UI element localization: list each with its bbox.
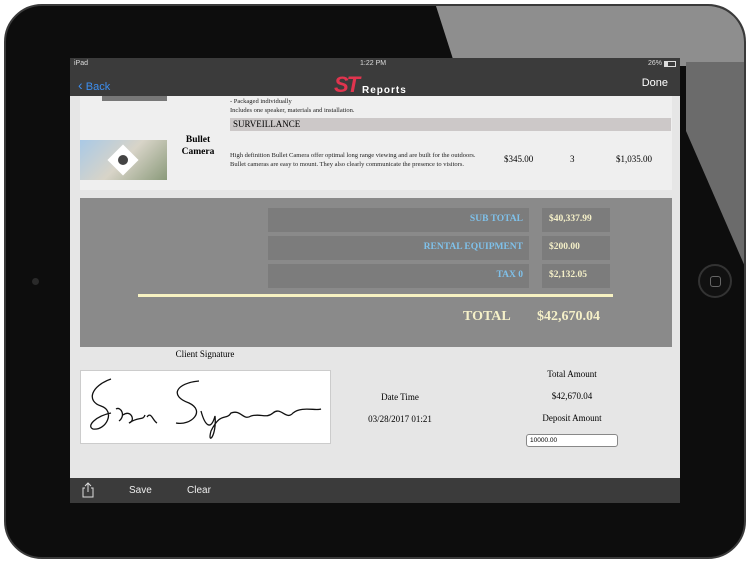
date-time-label: Date Time bbox=[381, 392, 419, 402]
item-price: $345.00 bbox=[504, 154, 534, 164]
deposit-amount-input[interactable] bbox=[526, 434, 618, 447]
tax-label: TAX 0 bbox=[268, 264, 529, 288]
screen: iPad 1:22 PM 26% ‹ Back ST Reports Done -… bbox=[70, 58, 680, 503]
glare bbox=[436, 6, 744, 66]
share-icon[interactable] bbox=[82, 482, 94, 498]
done-button[interactable]: Done bbox=[642, 77, 668, 89]
save-button[interactable]: Save bbox=[129, 485, 152, 496]
carrier: iPad bbox=[74, 60, 89, 67]
item-list: - Packaged individually Includes one spe… bbox=[80, 96, 672, 190]
camera bbox=[32, 278, 39, 285]
item-qty: 3 bbox=[570, 154, 575, 164]
total-amount-value: $42,670.04 bbox=[551, 391, 593, 401]
divider bbox=[138, 294, 613, 297]
clock: 1:22 PM bbox=[360, 60, 387, 67]
subtotal-label: SUB TOTAL bbox=[268, 208, 529, 232]
date-time-value: 03/28/2017 01:21 bbox=[368, 414, 432, 424]
chevron-left-icon: ‹ bbox=[78, 77, 83, 93]
total-value: $42,670.04 bbox=[537, 309, 600, 324]
item-total: $1,035.00 bbox=[616, 154, 652, 164]
subtotal-value: $40,337.99 bbox=[542, 208, 610, 232]
back-button[interactable]: ‹ Back bbox=[78, 77, 110, 93]
item-name: Bullet Camera bbox=[181, 135, 215, 157]
glare bbox=[686, 62, 744, 292]
total-label: TOTAL bbox=[463, 309, 511, 324]
item-description: High definition Bullet Camera offer opti… bbox=[230, 152, 476, 168]
clear-button[interactable]: Clear bbox=[187, 485, 211, 496]
rental-equipment-label: RENTAL EQUIPMENT bbox=[268, 236, 529, 260]
section-header: SURVEILLANCE bbox=[230, 118, 671, 131]
bottom-toolbar: Save Clear bbox=[70, 478, 680, 503]
deposit-amount-label: Deposit Amount bbox=[542, 413, 602, 423]
previous-item-description: - Packaged individually Includes one spe… bbox=[230, 98, 355, 114]
signature-drawing bbox=[90, 378, 322, 439]
tax-value: $2,132.05 bbox=[542, 264, 610, 288]
status-bar: iPad 1:22 PM 26% bbox=[70, 58, 680, 70]
nav-bar: ‹ Back ST Reports Done bbox=[70, 70, 680, 97]
signature-label: Client Signature bbox=[175, 349, 235, 359]
battery-icon bbox=[664, 61, 676, 67]
logo: ST Reports bbox=[334, 72, 407, 97]
home-button[interactable] bbox=[698, 264, 732, 298]
battery-level: 26% bbox=[647, 60, 662, 67]
bullet-camera-image bbox=[80, 140, 167, 180]
total-amount-label: Total Amount bbox=[547, 369, 597, 379]
home-icon bbox=[710, 276, 721, 287]
previous-item-image bbox=[102, 96, 167, 101]
totals-summary: SUB TOTAL $40,337.99 RENTAL EQUIPMENT $2… bbox=[80, 198, 672, 347]
signature-pad[interactable] bbox=[80, 370, 331, 444]
rental-equipment-value: $200.00 bbox=[542, 236, 610, 260]
